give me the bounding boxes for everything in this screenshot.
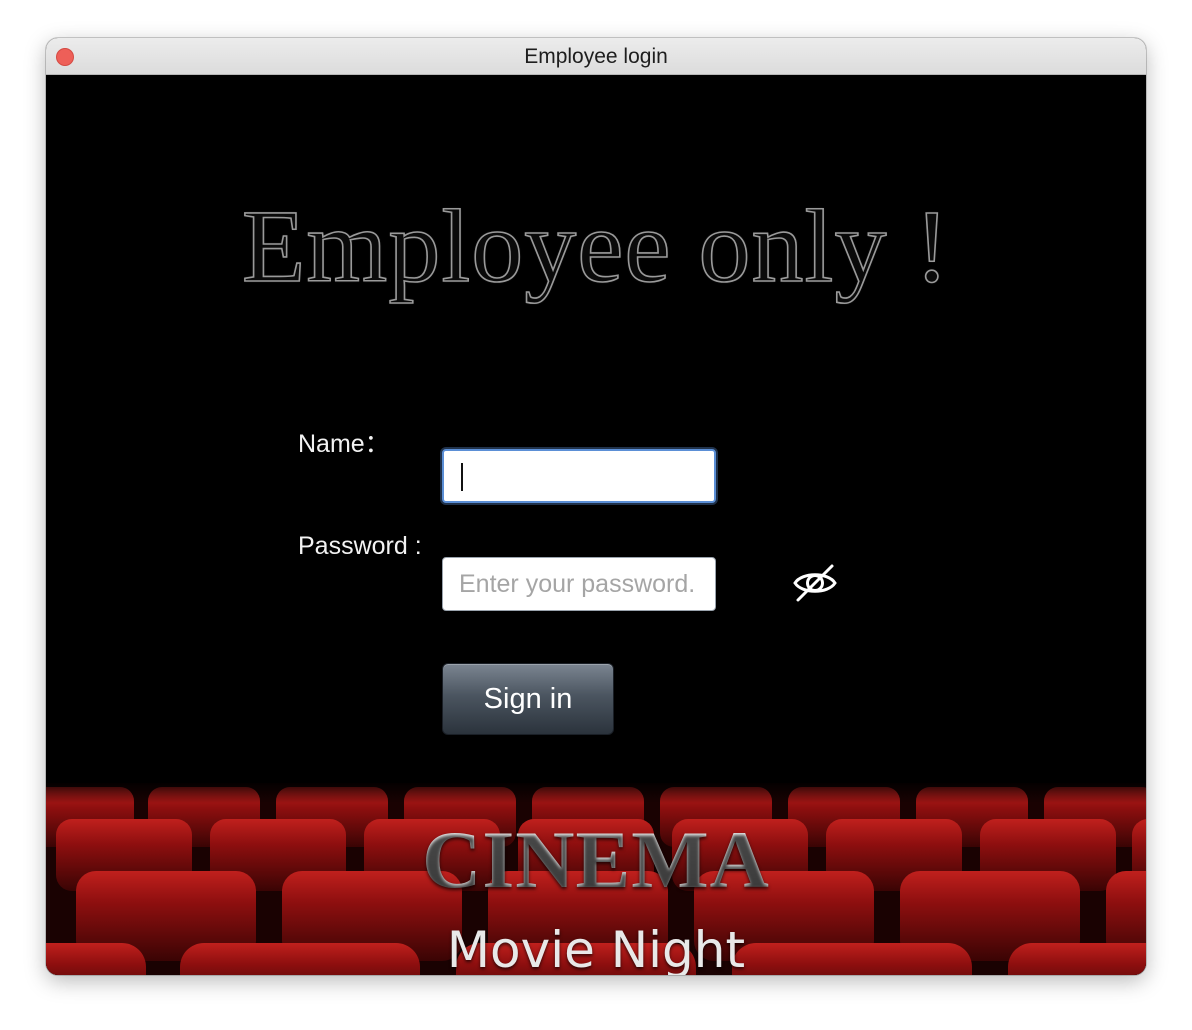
sign-in-button[interactable]: Sign in: [442, 663, 614, 735]
title-bar[interactable]: Employee login: [46, 38, 1146, 75]
cinema-logo-text: CINEMA: [46, 813, 1146, 907]
movie-night-text: Movie Night: [446, 921, 746, 975]
page-headline: Employee only !: [241, 188, 951, 305]
name-input[interactable]: [442, 449, 716, 503]
cinema-banner: CINEMA Movie Night: [46, 783, 1146, 975]
password-input[interactable]: [442, 557, 716, 611]
login-window: Employee login Employee only ! Name： Pas…: [46, 38, 1146, 975]
login-panel: Employee only ! Name： Password : Sign in: [46, 75, 1146, 975]
name-label: Name：: [298, 430, 390, 458]
window-title: Employee login: [524, 45, 668, 68]
eye-slash-icon[interactable]: [792, 562, 838, 604]
text-caret: [461, 463, 463, 491]
password-label: Password :: [298, 532, 422, 560]
